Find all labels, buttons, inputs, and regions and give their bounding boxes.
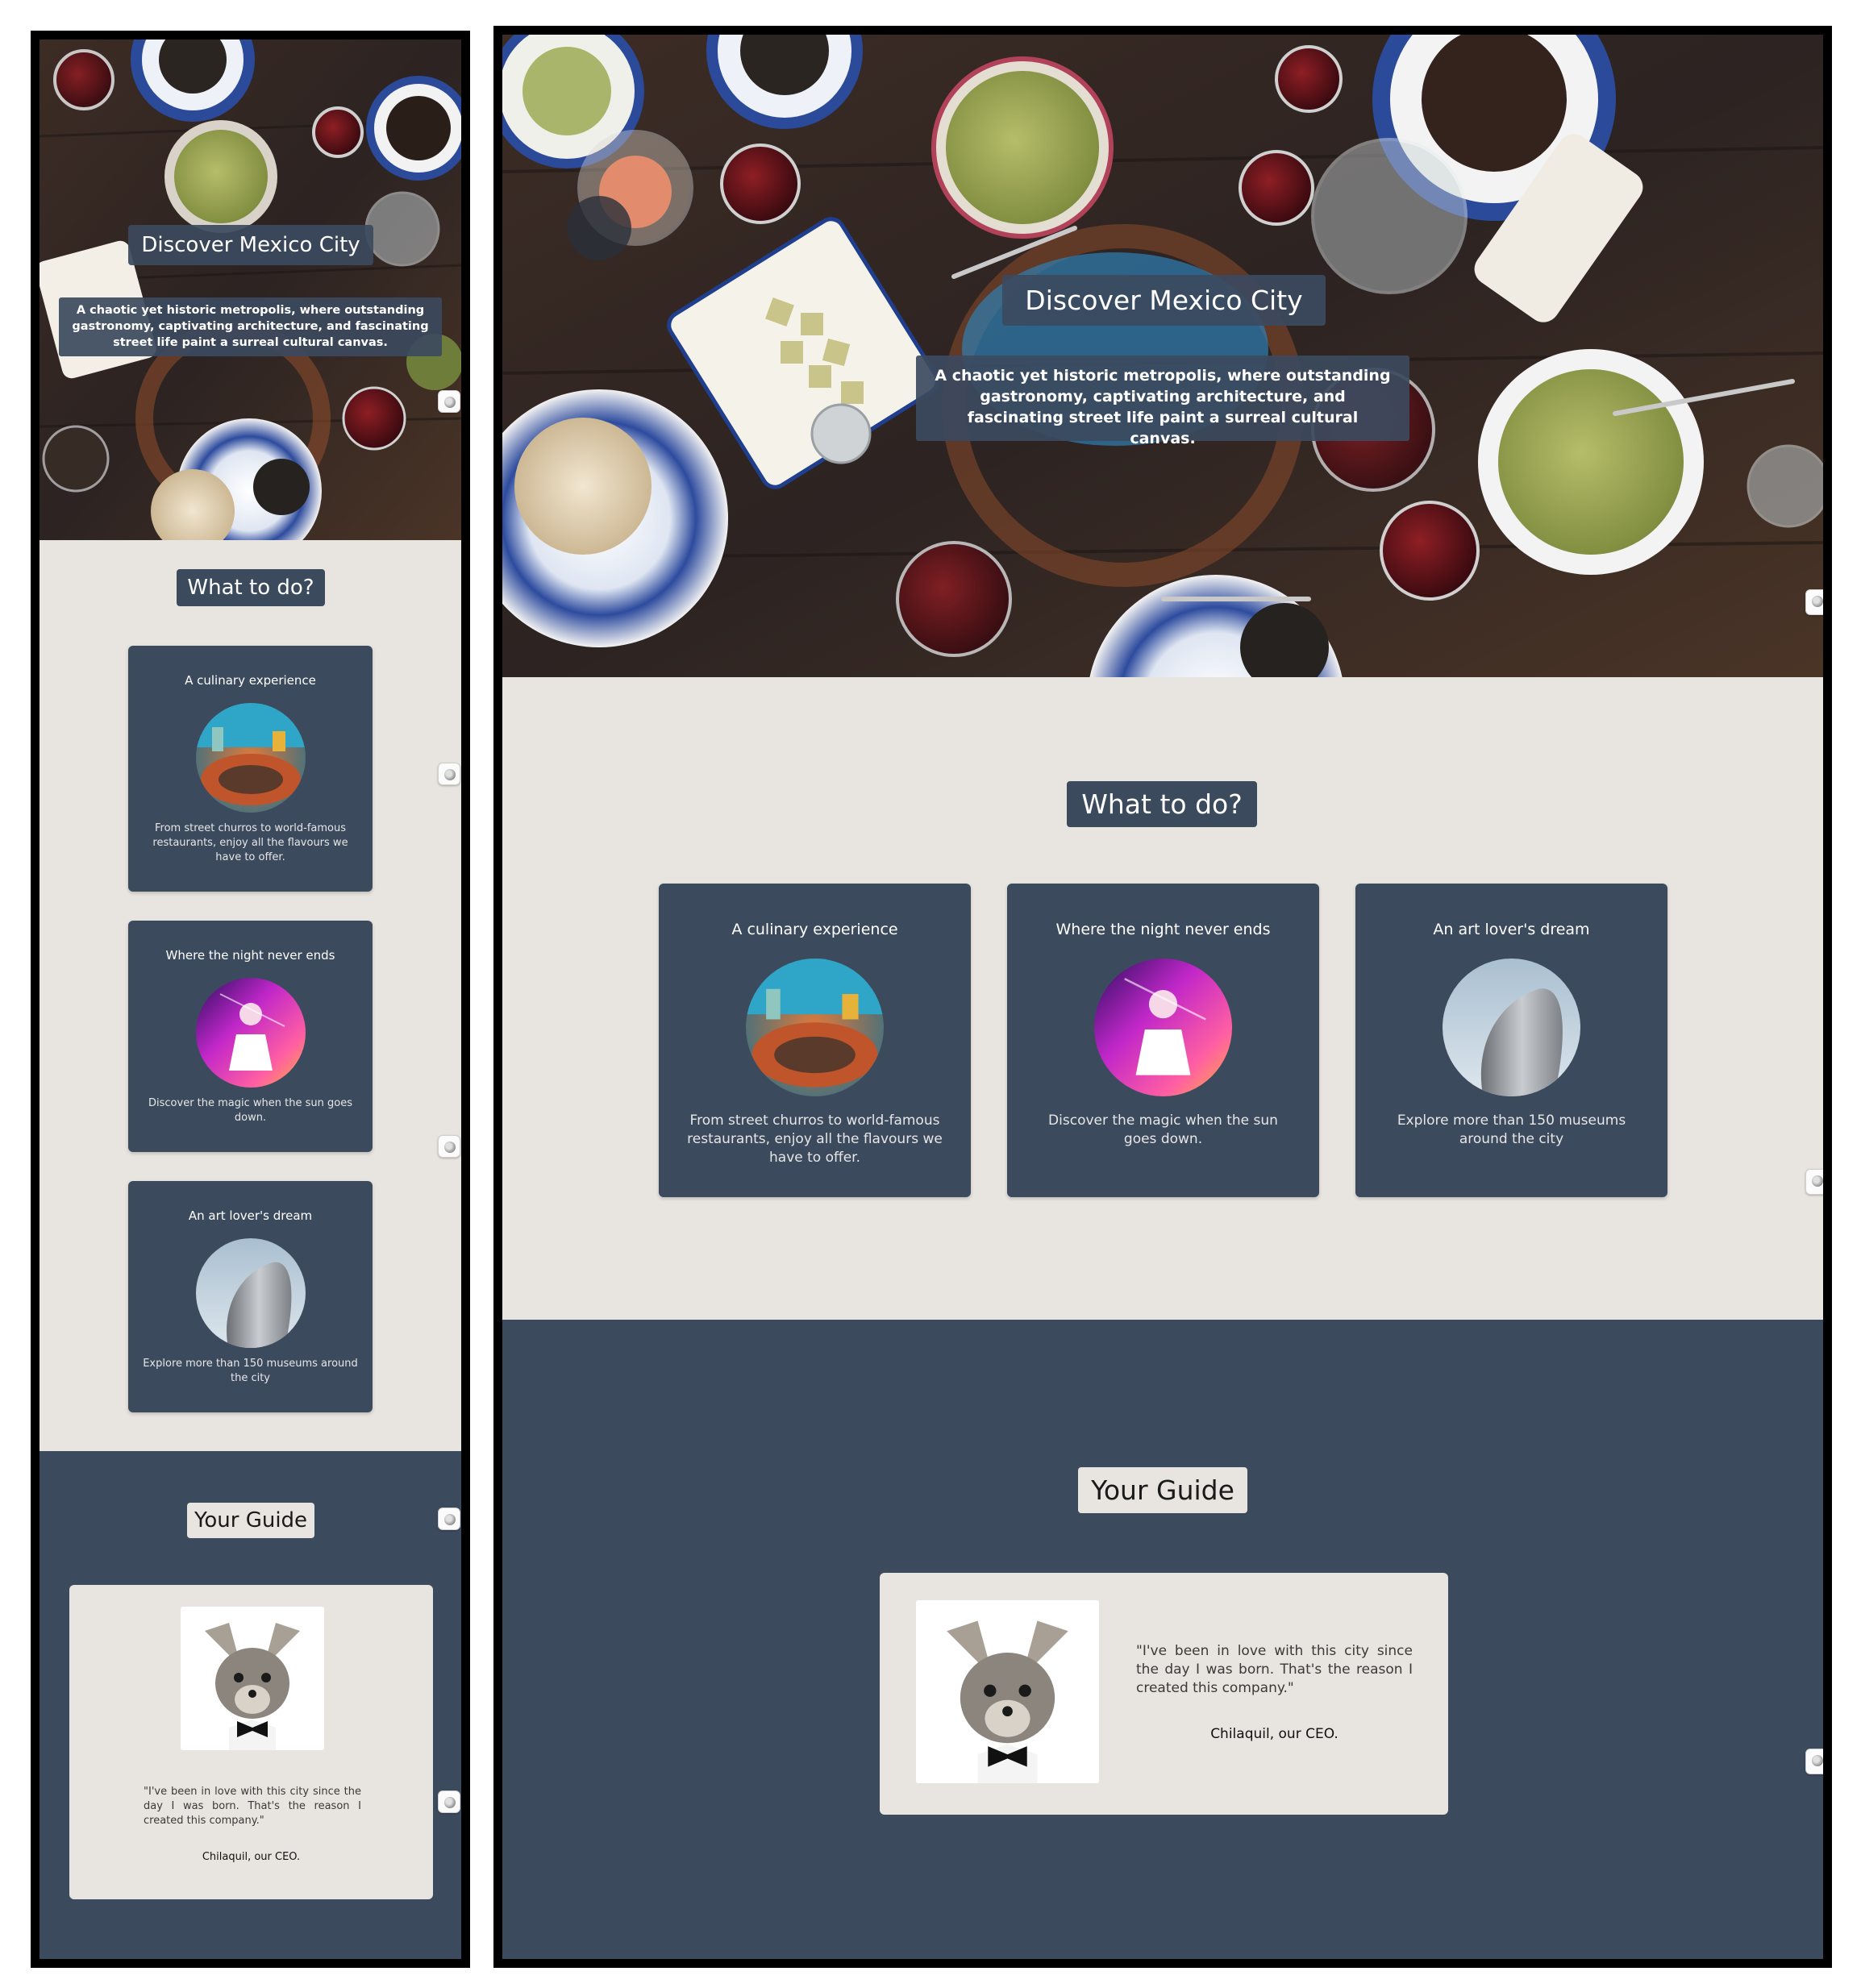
guide-card: "I've been in love with this city since …	[880, 1573, 1448, 1815]
guide-quote: "I've been in love with this city since …	[144, 1786, 361, 1827]
scroll-anchor-icon[interactable]	[438, 1135, 460, 1158]
hero-background-image	[40, 40, 461, 540]
activity-card-nightlife[interactable]: Where the night never ends Discover the …	[1007, 884, 1319, 1197]
hero-title: Discover Mexico City	[1002, 275, 1326, 326]
scroll-anchor-icon[interactable]	[1805, 1749, 1823, 1774]
activity-card-culinary[interactable]: A culinary experience From street churro…	[659, 884, 971, 1197]
activity-card-title: A culinary experience	[731, 921, 898, 938]
activity-card-description: From street churros to world-famous rest…	[687, 1113, 943, 1166]
guide-photo	[181, 1607, 324, 1750]
activity-card-description: Explore more than 150 museums around the…	[1397, 1113, 1626, 1147]
activity-card-description: Explore more than 150 museums around the…	[143, 1358, 358, 1384]
guide-card: "I've been in love with this city since …	[69, 1585, 433, 1899]
guide-signature: Chilaquil, our CEO.	[202, 1851, 301, 1863]
activity-card-title: An art lover's dream	[1433, 921, 1590, 938]
museum-image	[196, 1238, 306, 1348]
activity-card-nightlife[interactable]: Where the night never ends Discover the …	[128, 921, 373, 1152]
activity-card-title: An art lover's dream	[188, 1208, 313, 1223]
mobile-preview-frame: Discover Mexico City A chaotic yet histo…	[31, 31, 470, 1968]
scroll-anchor-icon[interactable]	[438, 390, 460, 413]
activities-heading: What to do?	[177, 569, 325, 606]
guide-heading: Your Guide	[1078, 1467, 1247, 1513]
nightlife-image	[1094, 959, 1232, 1096]
scroll-anchor-icon[interactable]	[1805, 589, 1823, 615]
activity-card-description: Discover the magic when the sun goes dow…	[1048, 1113, 1278, 1147]
culinary-image	[746, 959, 884, 1096]
culinary-image	[196, 703, 306, 813]
guide-quote: "I've been in love with this city since …	[1136, 1643, 1413, 1696]
activity-card-description: Discover the magic when the sun goes dow…	[148, 1097, 352, 1124]
activities-section: What to do? A culinary experience From s…	[502, 677, 1823, 1320]
activity-card-title: Where the night never ends	[165, 948, 335, 963]
guide-heading: Your Guide	[187, 1503, 314, 1538]
hero-section: Discover Mexico City A chaotic yet histo…	[40, 40, 461, 540]
scroll-anchor-icon[interactable]	[1805, 1169, 1823, 1195]
hero-section: Discover Mexico City A chaotic yet histo…	[502, 35, 1823, 677]
desktop-preview-frame: Discover Mexico City A chaotic yet histo…	[493, 26, 1832, 1968]
nightlife-image	[196, 978, 306, 1088]
activity-card-description: From street churros to world-famous rest…	[152, 822, 348, 863]
activity-card-museums[interactable]: An art lover's dream Explore more than 1…	[128, 1181, 373, 1412]
guide-section: Your Guide "I've been in love with this …	[40, 1451, 461, 1959]
activities-section: What to do? A culinary experience From s…	[40, 540, 461, 1451]
scroll-anchor-icon[interactable]	[438, 763, 460, 785]
activity-card-title: A culinary experience	[185, 673, 316, 688]
hero-subtitle: A chaotic yet historic metropolis, where…	[59, 297, 442, 356]
scroll-anchor-icon[interactable]	[438, 1508, 460, 1530]
guide-signature: Chilaquil, our CEO.	[1210, 1726, 1339, 1742]
hero-title: Discover Mexico City	[128, 225, 373, 265]
activity-card-museums[interactable]: An art lover's dream Explore more than 1…	[1355, 884, 1667, 1197]
hero-subtitle: A chaotic yet historic metropolis, where…	[916, 356, 1409, 447]
museum-image	[1443, 959, 1580, 1096]
guide-photo	[916, 1600, 1099, 1783]
activity-card-title: Where the night never ends	[1055, 921, 1271, 938]
scroll-anchor-icon[interactable]	[438, 1790, 460, 1813]
guide-section: Your Guide "I've been in love with this …	[502, 1320, 1823, 1959]
activity-card-culinary[interactable]: A culinary experience From street churro…	[128, 646, 373, 892]
activities-heading: What to do?	[1067, 781, 1257, 827]
